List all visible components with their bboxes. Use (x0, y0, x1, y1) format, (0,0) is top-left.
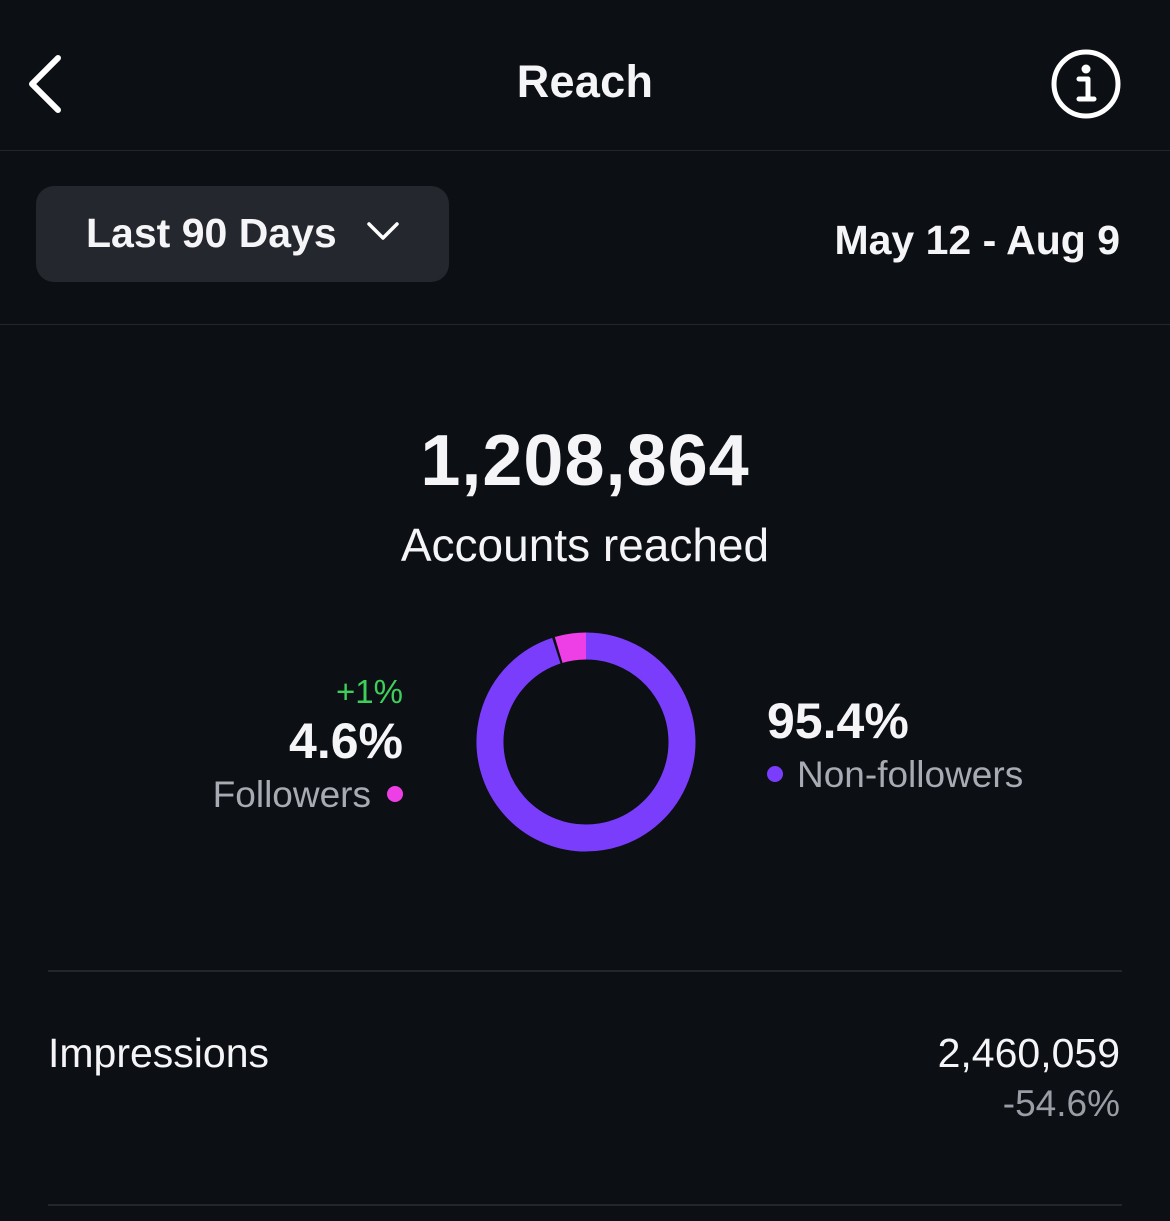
accounts-reached-value: 1,208,864 (420, 421, 750, 501)
time-range-label: Last 90 Days (86, 210, 337, 256)
non-followers-legend: Non-followers (767, 750, 1023, 800)
impressions-change: -54.6% (1002, 1083, 1120, 1124)
filter-bar: Last 90 Days May 12 - Aug 9 (0, 151, 1170, 325)
impressions-label: Impressions (48, 1030, 270, 1076)
divider (48, 1204, 1122, 1206)
page-title: Reach (516, 56, 654, 107)
followers-change: +1% (336, 673, 403, 710)
followers-legend: Followers (213, 770, 403, 820)
info-button[interactable] (1050, 48, 1122, 120)
donut-segment-non-followers (476, 632, 696, 852)
top-bar: Reach (0, 0, 1170, 151)
non-followers-dot (767, 766, 783, 783)
accounts-reached-label: Accounts reached (400, 519, 770, 571)
impressions-value: 2,460,059 (937, 1030, 1120, 1076)
non-followers-stat: 95.4% Non-followers (767, 692, 1023, 800)
reach-donut-chart (476, 632, 696, 852)
chevron-down-icon (367, 222, 399, 240)
followers-legend-label: Followers (212, 774, 371, 815)
followers-percent: 4.6% (289, 713, 403, 769)
divider (48, 970, 1122, 972)
time-range-dropdown[interactable]: Last 90 Days (36, 186, 449, 282)
info-circle-icon (1051, 49, 1121, 119)
non-followers-percent: 95.4% (767, 693, 909, 749)
followers-dot (387, 786, 403, 803)
donut-segment-followers (554, 632, 587, 664)
non-followers-legend-label: Non-followers (797, 754, 1024, 795)
date-range: May 12 - Aug 9 (834, 217, 1120, 263)
followers-stat: +1% 4.6% Followers (213, 672, 403, 820)
